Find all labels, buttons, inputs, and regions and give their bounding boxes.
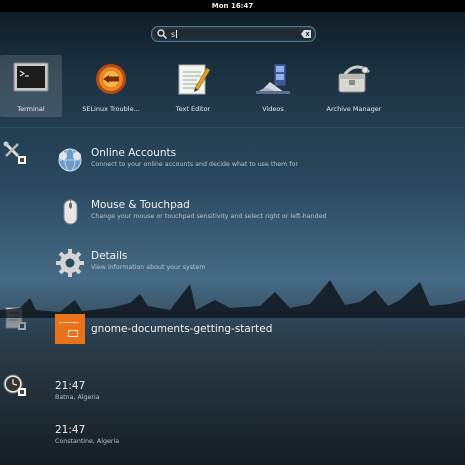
top-bar: Mon 16:47 [0,0,465,12]
app-videos[interactable]: Videos [242,55,304,117]
app-label: Archive Manager [326,105,382,113]
section-divider [0,127,465,128]
result-description: Change your mouse or touchpad sensitivit… [91,213,327,220]
clock-city: Constantine, Algeria [55,438,120,445]
search-query: s [171,29,176,39]
app-label: Terminal [17,105,45,113]
app-text-editor[interactable]: Text Editor [162,55,224,117]
videos-icon [256,63,290,94]
result-world-clock[interactable]: 21:47 Constantine, Algeria [55,424,119,445]
mouse-icon [63,199,78,225]
documents-provider-icon[interactable] [2,306,30,334]
archive-manager-icon [338,65,371,93]
app-label: Videos [262,105,284,113]
text-editor-icon [178,64,211,95]
selinux-troubleshooter-icon [96,64,126,94]
clock-city: Batna, Algeria [55,394,100,401]
result-world-clock[interactable]: 21:47 Batna, Algeria [55,380,100,401]
clear-search-icon[interactable] [301,30,311,38]
document-thumbnail [55,314,85,344]
online-accounts-icon [58,148,82,172]
clocks-provider-icon[interactable] [2,372,30,400]
result-title: gnome-documents-getting-started [91,323,273,335]
result-description: Connect to your online accounts and deci… [91,161,298,168]
settings-provider-icon[interactable] [2,140,30,168]
gear-icon [56,249,84,277]
result-title: Mouse & Touchpad [91,199,190,211]
search-icon [157,29,168,40]
clock-time: 21:47 [55,380,86,392]
app-label: SELinux Trouble... [82,105,140,113]
text-caret [176,30,178,38]
app-label: Text Editor [175,105,211,113]
clock-time: 21:47 [55,424,86,436]
app-selinux-troubleshooter[interactable]: SELinux Trouble... [80,55,142,117]
search-input[interactable]: s [151,26,316,42]
result-description: View information about your system [91,264,206,271]
app-terminal[interactable]: Terminal [0,55,62,117]
terminal-icon [13,62,49,92]
top-bar-clock[interactable]: Mon 16:47 [212,2,253,10]
result-title: Details [91,250,128,262]
result-title: Online Accounts [91,147,177,159]
app-archive-manager[interactable]: Archive Manager [323,55,385,117]
